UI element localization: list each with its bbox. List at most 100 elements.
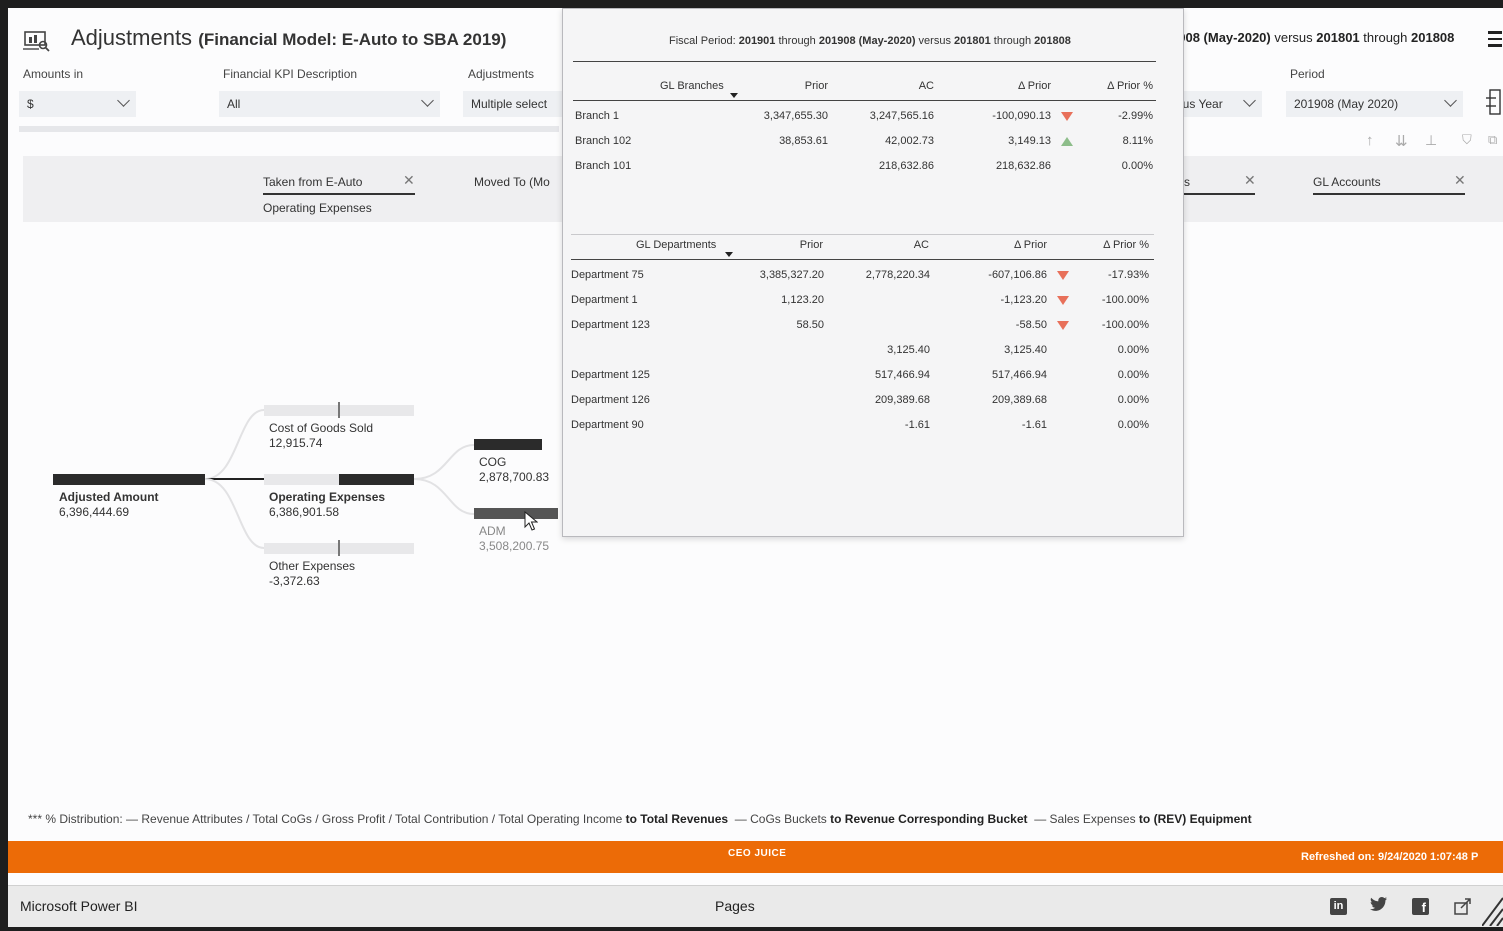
table-cell-delta: 3,149.13 (1008, 135, 1051, 147)
hamburger-menu-icon[interactable] (1488, 31, 1502, 47)
node-other-expenses[interactable]: Other Expenses -3,372.63 (269, 559, 355, 589)
close-icon[interactable]: ✕ (1454, 172, 1466, 189)
refreshed-timestamp: Refreshed on: 9/24/2020 1:07:48 P (1301, 851, 1479, 863)
table-row[interactable]: Branch 102 38,853.61 42,002.73 3,149.13 8.11… (563, 135, 1163, 155)
expand-hierarchy-icon[interactable]: ⊥ (1425, 132, 1437, 149)
table-cell-pct: 0.00% (1117, 369, 1149, 381)
table-cell-ac: 218,632.86 (878, 160, 934, 172)
table-cell-ac: 2,778,220.34 (865, 269, 930, 281)
table-cell-name: Branch 101 (575, 160, 632, 172)
filter-icon[interactable]: ⛉ (1462, 132, 1472, 148)
table-row[interactable]: Department 123 58.50 -58.50 -100.00% (563, 319, 1163, 339)
table-cell-delta: 517,466.94 (991, 369, 1047, 381)
table-cell-ac: 3,247,565.16 (869, 110, 934, 122)
column-header[interactable]: Δ Prior (977, 239, 1047, 251)
table-cell-name: Department 1 (571, 294, 638, 306)
table-cell-pct: -100.00% (1101, 294, 1149, 306)
column-header[interactable]: Δ Prior % (1079, 239, 1149, 251)
column-header[interactable]: AC (869, 239, 929, 251)
twitter-icon[interactable] (1370, 896, 1388, 917)
table-cell-name: Department 126 (571, 394, 650, 406)
powerbi-brand[interactable]: Microsoft Power BI (20, 898, 137, 914)
chip-gl-accounts[interactable]: GL Accounts (1313, 175, 1381, 189)
table-row[interactable]: Branch 1 3,347,655.30 3,247,565.16 -100,090… (563, 110, 1163, 130)
table-cell-pct: 0.00% (1117, 344, 1149, 356)
facebook-icon[interactable]: f (1412, 898, 1429, 915)
table-row[interactable]: Department 75 3,385,327.20 2,778,220.34 -60… (563, 269, 1163, 289)
column-header[interactable]: Δ Prior % (1083, 80, 1153, 92)
chevron-down-icon (1243, 94, 1256, 107)
column-header[interactable]: GL Branches (660, 80, 724, 92)
footnote: *** % Distribution: — Revenue Attributes… (28, 812, 1252, 826)
ceo-juice-logo: CEO JUICE (728, 848, 787, 859)
node-bar-zero-line (338, 540, 340, 556)
page-title: Adjustments (Financial Model: E-Auto to … (71, 25, 507, 50)
comparison-select[interactable]: ous Year (1174, 91, 1262, 117)
node-bar[interactable] (474, 508, 558, 519)
table-row[interactable]: Department 126 209,389.68 209,389.68 0.00% (563, 394, 1163, 414)
adjustments-select[interactable]: Multiple select (463, 91, 563, 117)
column-header[interactable]: AC (874, 80, 934, 92)
trend-down-icon (1057, 296, 1069, 305)
column-header[interactable]: Δ Prior (981, 80, 1051, 92)
resize-grip-icon[interactable] (1481, 892, 1503, 931)
pages-button[interactable]: Pages (715, 898, 755, 914)
table-cell-name: Branch 1 (575, 110, 620, 122)
export-icon[interactable] (1486, 88, 1502, 121)
table-cell-pct: 8.11% (1122, 135, 1153, 147)
tooltip-popup: Fiscal Period: 201901 through 201908 (Ma… (562, 8, 1184, 537)
node-cog[interactable]: COG 2,878,700.83 (479, 455, 549, 485)
node-bar[interactable] (474, 439, 542, 450)
column-header[interactable]: Prior (768, 80, 828, 92)
focus-mode-icon[interactable]: ⧉ (1488, 132, 1497, 148)
mouse-cursor-icon (524, 510, 539, 536)
trend-down-icon (1061, 112, 1073, 121)
table-cell-pct: 0.00% (1117, 394, 1149, 406)
column-header[interactable]: GL Departments (636, 239, 716, 251)
node-cost-of-goods-sold[interactable]: Cost of Goods Sold 12,915.74 (269, 421, 373, 451)
table-cell-delta: -58.50 (1015, 319, 1047, 331)
chip-taken-from[interactable]: Taken from E-Auto (263, 175, 362, 189)
period-description: 1908 (May-2020) versus 201801 through 20… (1171, 30, 1455, 45)
linkedin-icon[interactable]: in (1330, 898, 1347, 915)
table-cell-delta: -607,106.86 (988, 269, 1047, 281)
share-icon[interactable] (1454, 897, 1472, 920)
table-cell-prior: 3,347,655.30 (763, 110, 828, 122)
chip-underline (1313, 193, 1465, 195)
node-adjusted-amount[interactable]: Adjusted Amount 6,396,444.69 (59, 490, 159, 520)
trend-up-icon (1061, 137, 1073, 146)
table-cell-delta: -1.61 (1021, 419, 1047, 431)
table-row[interactable]: 3,125.40 3,125.40 0.00% (563, 344, 1163, 364)
table-cell-prior: 3,385,327.20 (759, 269, 824, 281)
chip-underline (1174, 193, 1255, 195)
report-icon (23, 30, 51, 57)
close-icon[interactable]: ✕ (1244, 172, 1256, 189)
table-header-rule (571, 259, 1154, 260)
table-cell-delta: -100,090.13 (992, 110, 1051, 122)
trend-down-icon (1057, 271, 1069, 280)
table-row[interactable]: Department 90 -1.61 -1.61 0.00% (563, 419, 1163, 439)
table-row[interactable]: Department 1 1,123.20 -1,123.20 -100.00% (563, 294, 1163, 314)
node-bar[interactable] (53, 474, 205, 485)
powerbi-bottom-bar: Microsoft Power BI Pages in f (8, 885, 1503, 927)
amounts-in-label: Amounts in (23, 67, 84, 81)
period-select[interactable]: 201908 (May 2020) (1286, 91, 1463, 117)
close-icon[interactable]: ✕ (403, 172, 415, 189)
table-cell-ac: 42,002.73 (885, 135, 934, 147)
amounts-in-select[interactable]: $ (19, 91, 136, 117)
table-cell-pct: -2.99% (1118, 110, 1153, 122)
column-header[interactable]: Prior (763, 239, 823, 251)
table-row[interactable]: Department 125 517,466.94 517,466.94 0.00% (563, 369, 1163, 389)
node-adm[interactable]: ADM 3,508,200.75 (479, 524, 549, 554)
chevron-down-icon (421, 94, 434, 107)
table-cell-pct: -17.93% (1108, 269, 1149, 281)
node-operating-expenses[interactable]: Operating Expenses 6,386,901.58 (269, 490, 385, 520)
table-row[interactable]: Branch 101 218,632.86 218,632.86 0.00% (563, 160, 1163, 180)
slicer-scrollbar[interactable] (19, 126, 559, 132)
drill-down-icon[interactable]: ⇊ (1395, 132, 1408, 150)
period-label: Period (1290, 67, 1325, 81)
drill-up-icon[interactable]: ↑ (1366, 132, 1374, 149)
kpi-description-select[interactable]: All (219, 91, 440, 117)
chip-taken-from-value: Operating Expenses (263, 201, 372, 215)
chip-moved-to[interactable]: Moved To (Mo (474, 175, 550, 189)
